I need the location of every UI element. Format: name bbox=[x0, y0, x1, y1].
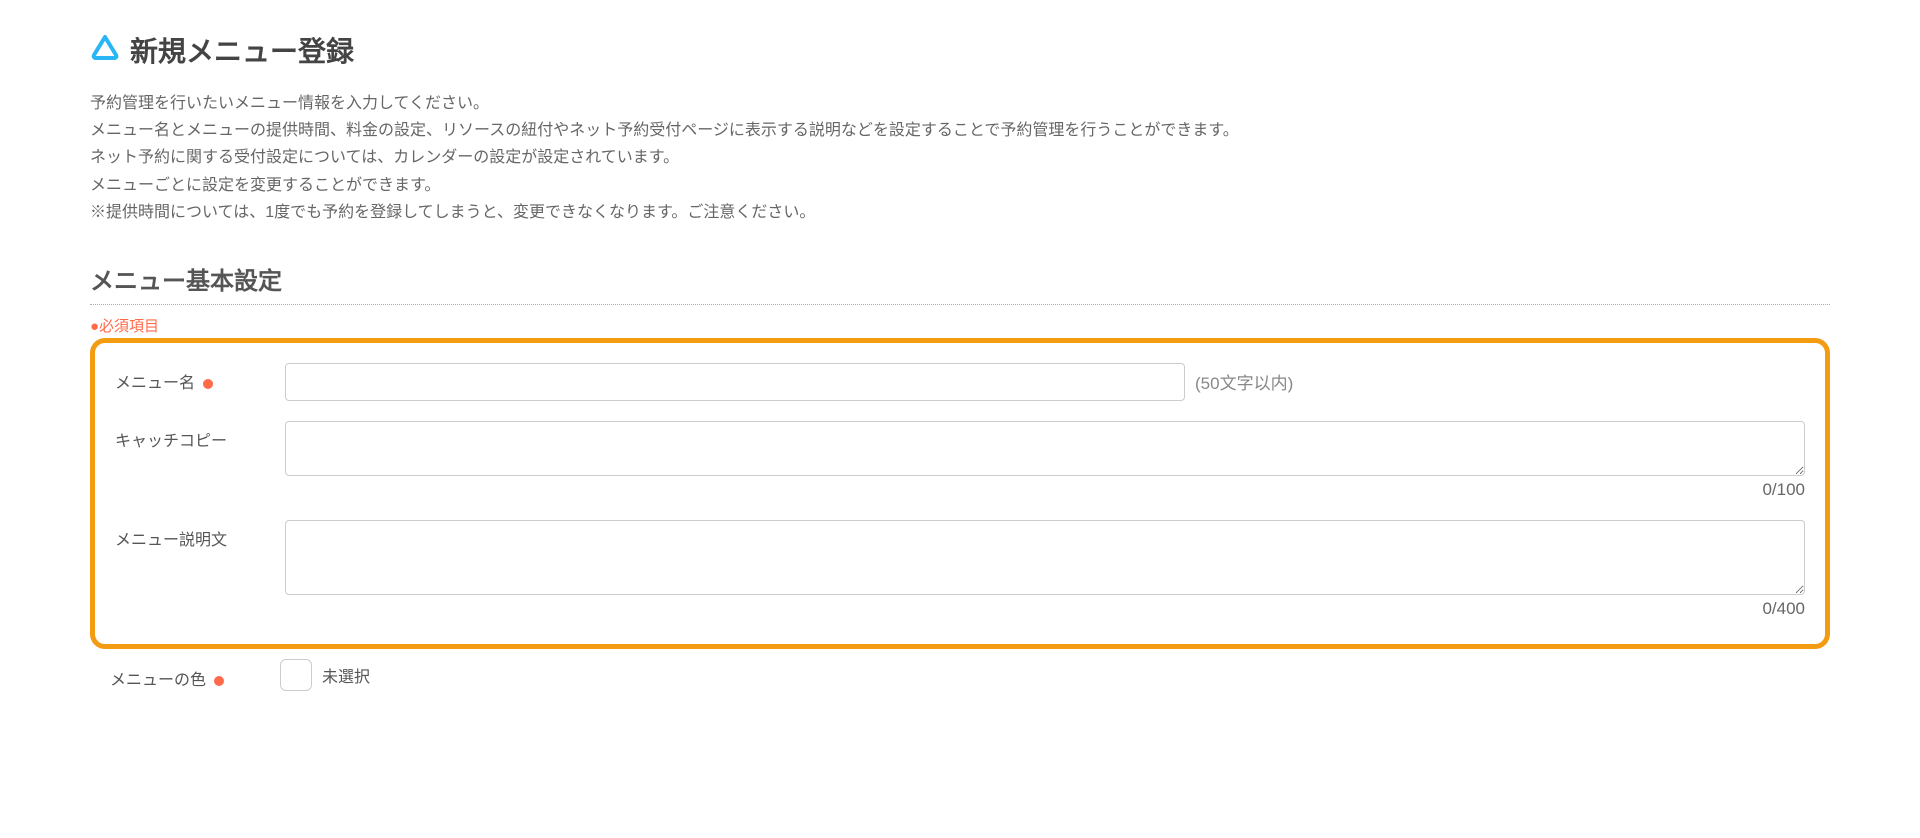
menu-description-input-wrap: 0/400 bbox=[285, 520, 1805, 619]
description-line: メニューごとに設定を変更することができます。 bbox=[90, 172, 1830, 199]
description-line: 予約管理を行いたいメニュー情報を入力してください。 bbox=[90, 90, 1830, 117]
color-value-text: 未選択 bbox=[322, 663, 370, 687]
menu-description-textarea[interactable] bbox=[285, 520, 1805, 595]
form-row-catch-copy: キャッチコピー 0/100 bbox=[95, 411, 1825, 510]
menu-name-label: メニュー名 bbox=[115, 363, 285, 393]
menu-color-label: メニューの色 bbox=[110, 660, 280, 690]
required-dot-icon bbox=[203, 379, 213, 389]
menu-description-label: メニュー説明文 bbox=[115, 520, 285, 550]
menu-name-input-wrap: (50文字以内) bbox=[285, 363, 1805, 401]
section-divider bbox=[90, 304, 1830, 305]
label-text: キャッチコピー bbox=[115, 433, 227, 450]
inline-wrap: (50文字以内) bbox=[285, 363, 1805, 401]
label-text: メニューの色 bbox=[110, 672, 206, 689]
highlighted-form-group: メニュー名 (50文字以内) キャッチコピー 0/100 メニュー説明文 0/4… bbox=[90, 338, 1830, 649]
form-row-menu-description: メニュー説明文 0/400 bbox=[95, 510, 1825, 629]
color-swatch-button[interactable] bbox=[280, 659, 312, 691]
page-description: 予約管理を行いたいメニュー情報を入力してください。 メニュー名とメニューの提供時… bbox=[90, 90, 1830, 226]
menu-name-input[interactable] bbox=[285, 363, 1185, 401]
catch-copy-textarea[interactable] bbox=[285, 421, 1805, 476]
section-title: メニュー基本設定 bbox=[90, 261, 1830, 296]
page-title: 新規メニュー登録 bbox=[130, 30, 354, 70]
description-line: ネット予約に関する受付設定については、カレンダーの設定が設定されています。 bbox=[90, 144, 1830, 171]
page-header: 新規メニュー登録 bbox=[90, 30, 1830, 70]
form-row-menu-name: メニュー名 (50文字以内) bbox=[95, 353, 1825, 411]
required-legend: ●必須項目 bbox=[90, 315, 1830, 336]
logo-triangle-icon bbox=[90, 33, 120, 68]
description-line: メニュー名とメニューの提供時間、料金の設定、リソースの紐付やネット予約受付ページ… bbox=[90, 117, 1830, 144]
catch-copy-label: キャッチコピー bbox=[115, 421, 285, 451]
catch-copy-input-wrap: 0/100 bbox=[285, 421, 1805, 500]
menu-description-counter: 0/400 bbox=[285, 599, 1805, 619]
required-dot-icon bbox=[214, 676, 224, 686]
catch-copy-counter: 0/100 bbox=[285, 480, 1805, 500]
menu-name-hint: (50文字以内) bbox=[1195, 369, 1293, 394]
label-text: メニュー説明文 bbox=[115, 532, 227, 549]
description-line: ※提供時間については、1度でも予約を登録してしまうと、変更できなくなります。ご注… bbox=[90, 199, 1830, 226]
form-row-menu-color: メニューの色 未選択 bbox=[90, 649, 1830, 691]
label-text: メニュー名 bbox=[115, 375, 195, 392]
